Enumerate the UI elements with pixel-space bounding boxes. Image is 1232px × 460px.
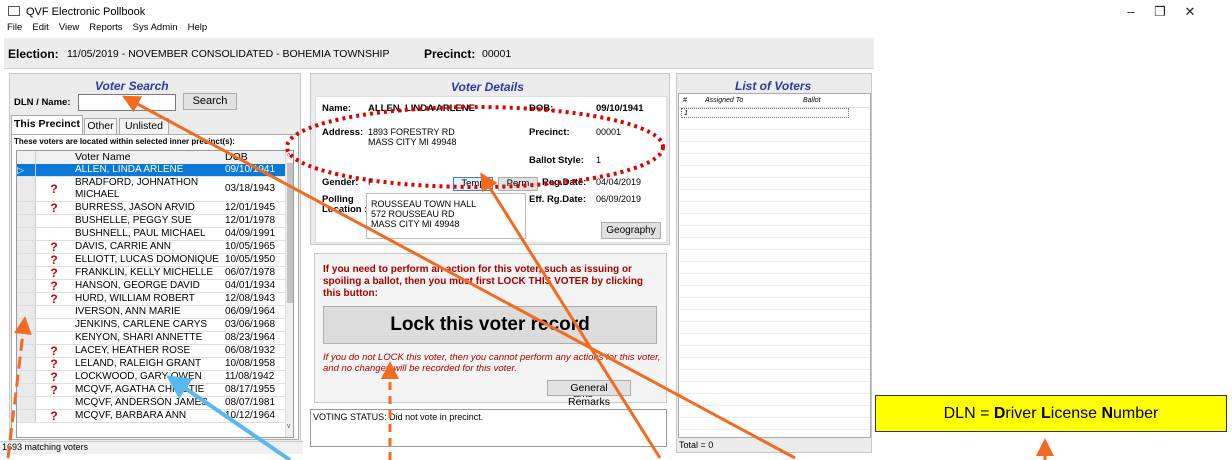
arrow-to-details xyxy=(480,172,662,459)
details-highlight-ellipse xyxy=(285,105,665,189)
arrow-to-grid xyxy=(6,316,32,459)
arrow-to-dln-input xyxy=(122,95,796,460)
blue-arrow-to-row xyxy=(166,375,292,460)
annotation-overlay xyxy=(6,95,1054,460)
